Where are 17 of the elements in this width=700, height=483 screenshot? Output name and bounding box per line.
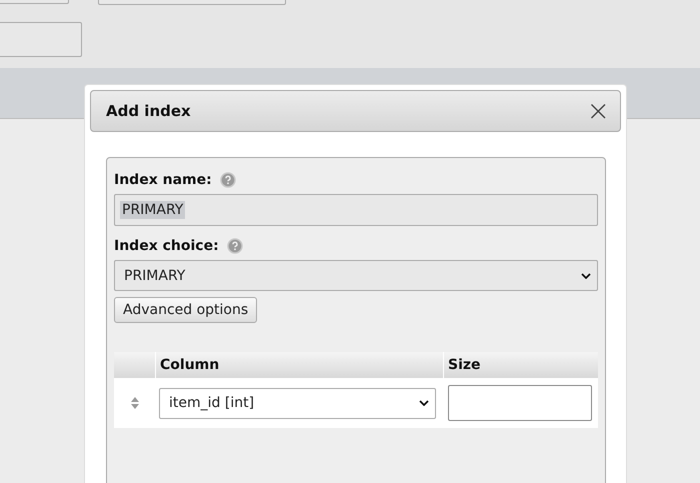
column-header: Size bbox=[447, 356, 482, 375]
dropdown[interactable]: PRIMARY bbox=[114, 260, 598, 291]
size-input-field[interactable] bbox=[448, 385, 592, 421]
chevron-down-icon bbox=[419, 400, 429, 406]
help-icon[interactable] bbox=[220, 172, 236, 188]
field-value: PRIMARY bbox=[120, 201, 186, 219]
column-dropdown[interactable]: item_id [int] bbox=[159, 388, 436, 418]
dialog-title: Add index bbox=[106, 102, 191, 120]
field-label: Index name: bbox=[114, 172, 212, 188]
close-button[interactable]: × bbox=[582, 97, 614, 125]
input-field[interactable]: PRIMARY bbox=[114, 194, 598, 226]
column-header: Column bbox=[156, 352, 444, 378]
help-icon[interactable] bbox=[226, 238, 243, 254]
advanced-options-button[interactable]: Advanced options bbox=[114, 297, 258, 323]
drag-handle-icon[interactable] bbox=[131, 397, 139, 409]
field-label: Index choice: bbox=[114, 238, 219, 254]
chevron-down-icon bbox=[581, 272, 591, 278]
